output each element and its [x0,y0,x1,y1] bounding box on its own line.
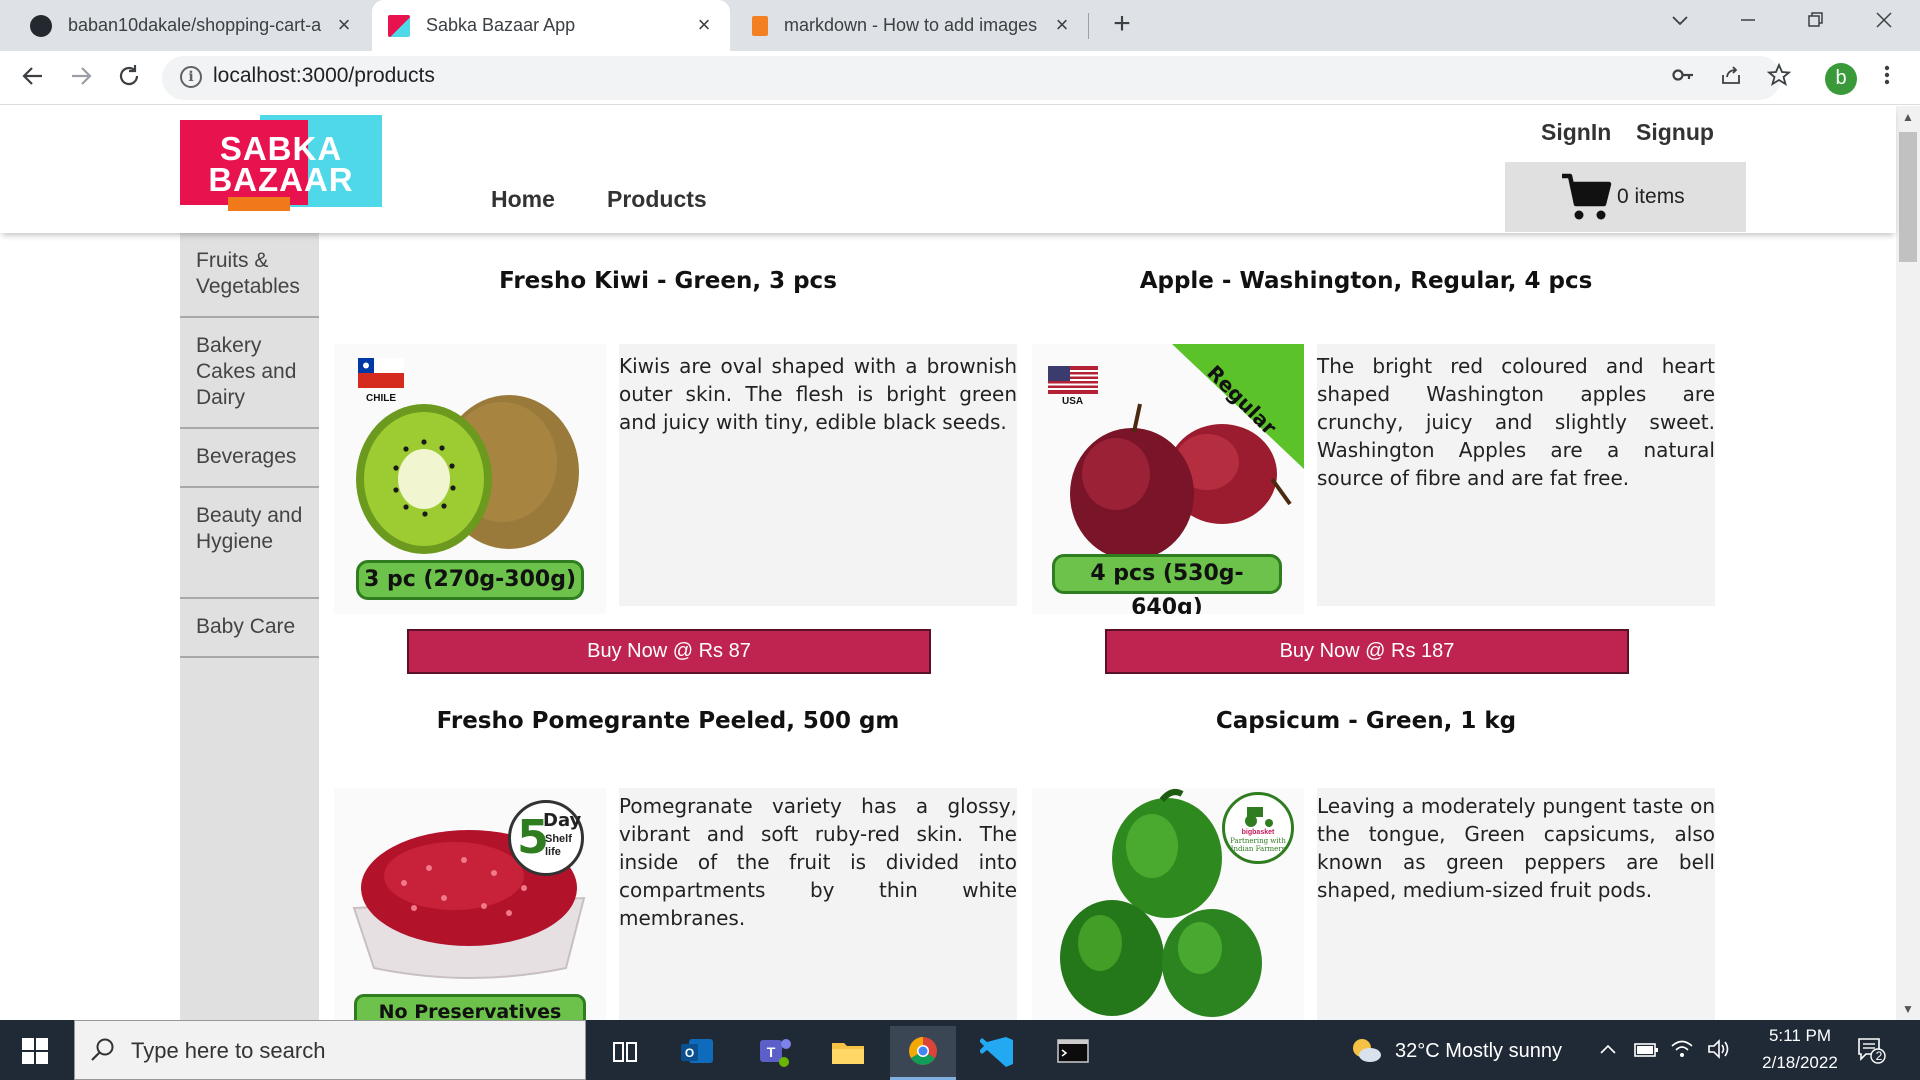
battery-icon[interactable] [1633,1040,1659,1060]
wifi-icon[interactable] [1670,1038,1694,1060]
usa-flag-icon [1048,366,1098,394]
chevron-up-icon[interactable] [1598,1040,1618,1060]
seal-text: Partnering with [1230,837,1286,845]
taskbar-date[interactable]: 2/18/2022 [1735,1053,1865,1073]
origin-label: USA [1062,396,1084,407]
product-image-pomegranate[interactable]: 5 Day Shelf life No Preservatives [334,788,606,1020]
tab-title: markdown - How to add images [784,15,1038,35]
product-image-capsicum[interactable]: bigbasket Partnering with Indian Farmers [1032,788,1304,1020]
tab-title: Sabka Bazaar App [426,15,576,35]
scrollbar-thumb[interactable] [1899,132,1917,262]
cart-icon [1562,173,1612,220]
file-explorer-icon[interactable] [815,1026,881,1080]
terminal-icon[interactable] [1040,1026,1106,1080]
product-title: Fresho Kiwi - Green, 3 pcs [499,268,837,294]
tractor-icon [1245,807,1273,827]
shelf-life-line: Shelf [545,833,572,845]
sabka-favicon-icon [388,14,410,37]
tab-title: baban10dakale/shopping-cart-a [68,15,322,35]
minimize-icon[interactable] [1730,8,1766,40]
sabka-bazaar-logo[interactable]: SABKA BAZAAR [180,115,382,211]
shelf-life-seal: 5 Day Shelf life [508,800,584,876]
product-description: The bright red coloured and heart shaped… [1317,354,1715,490]
buy-now-button[interactable]: Buy Now @ Rs 87 [407,629,931,674]
svg-text:T: T [767,1044,776,1060]
cart-button[interactable]: 0 items [1505,162,1746,232]
teams-icon[interactable]: T [740,1026,806,1080]
forward-arrow-icon[interactable] [66,63,96,93]
taskbar-time[interactable]: 5:11 PM [1735,1026,1865,1046]
tab-search-chevron-down-icon[interactable] [1662,8,1698,40]
seal-text: Indian Farmers [1230,845,1286,853]
shelf-life-line: Day [543,810,582,831]
product-image-apple[interactable]: Regular USA 4 pcs (530g-640g) [1032,344,1304,614]
taskbar-search-placeholder[interactable]: Type here to search [131,1038,325,1064]
sidebar-item-bakery-cakes-dairy[interactable]: Bakery Cakes and Dairy [180,333,319,429]
chile-flag-icon [358,358,404,388]
origin-label: CHILE [366,393,396,404]
tab-sabka-bazaar[interactable]: Sabka Bazaar App × [372,0,730,51]
task-view-icon[interactable] [592,1026,658,1080]
profile-avatar[interactable]: b [1825,63,1857,95]
sidebar-item-beverages[interactable]: Beverages [180,444,319,488]
stackoverflow-icon [752,15,768,36]
bookmark-star-icon[interactable] [1764,62,1794,93]
windows-start-icon[interactable] [22,1038,48,1064]
site-info-icon[interactable]: i [180,66,202,88]
restore-icon[interactable] [1798,8,1834,40]
close-icon[interactable]: × [692,13,716,37]
volume-icon[interactable] [1706,1038,1730,1060]
signin-link[interactable]: SignIn [1541,119,1611,146]
sidebar-item-fruits-vegetables[interactable]: Fruits & Vegetables [180,248,319,318]
chrome-icon[interactable] [890,1026,956,1080]
weather-partly-sunny-icon[interactable] [1350,1036,1382,1064]
seal-brand: bigbasket [1241,829,1275,836]
share-icon[interactable] [1716,63,1746,93]
logo-text: SABKA BAZAAR [208,130,354,198]
logo-orange-block [228,197,290,211]
reload-icon[interactable] [114,63,144,93]
sidebar-item-beauty-hygiene[interactable]: Beauty and Hygiene [180,503,319,599]
product-description: Leaving a moderately pungent taste on th… [1317,794,1715,902]
weight-badge: 3 pc (270g-300g) [356,560,584,600]
back-arrow-icon[interactable] [18,63,48,93]
shelf-life-line: life [545,846,561,858]
signup-link[interactable]: Signup [1636,119,1714,146]
nav-products-link[interactable]: Products [607,186,707,213]
tab-stackoverflow[interactable]: markdown - How to add images × [732,0,1088,51]
outlook-icon[interactable]: O [665,1026,731,1080]
vscode-icon[interactable] [965,1026,1031,1080]
scroll-up-arrow-icon[interactable]: ▲ [1900,110,1916,124]
cart-item-count: 0 items [1617,185,1685,208]
close-window-icon[interactable] [1866,8,1902,40]
address-url[interactable]: localhost:3000/products [213,64,435,88]
product-title: Apple - Washington, Regular, 4 pcs [1139,268,1593,294]
product-title: Fresho Pomegrante Peeled, 500 gm [436,708,900,734]
key-icon[interactable] [1668,63,1698,93]
product-title: Capsicum - Green, 1 kg [1215,708,1517,734]
product-description: Kiwis are oval shaped with a brownish ou… [619,354,1017,434]
weight-badge: 4 pcs (530g-640g) [1052,554,1282,614]
product-description: Pomegranate variety has a glossy, vibran… [619,794,1017,930]
tab-divider [1088,13,1089,39]
nav-home-link[interactable]: Home [491,186,555,213]
svg-text:O: O [685,1046,694,1060]
scroll-down-arrow-icon[interactable]: ▼ [1900,1002,1916,1016]
close-icon[interactable]: × [1050,13,1074,37]
new-tab-button[interactable]: + [1108,9,1136,39]
bigbasket-farmer-seal: bigbasket Partnering with Indian Farmers [1222,792,1294,864]
search-icon [91,1038,114,1061]
product-image-kiwi[interactable]: CHILE 3 pc (270g-300g) [334,344,606,614]
buy-now-button[interactable]: Buy Now @ Rs 187 [1105,629,1629,674]
sidebar-item-baby-care[interactable]: Baby Care [180,614,319,658]
no-preservatives-badge: No Preservatives [354,994,586,1020]
weather-text[interactable]: 32°C Mostly sunny [1395,1040,1562,1063]
close-icon[interactable]: × [332,13,356,37]
tab-github[interactable]: baban10dakale/shopping-cart-a × [0,0,370,51]
more-menu-icon[interactable] [1872,63,1902,93]
notification-count: 2 [1875,1049,1883,1063]
github-icon [30,14,52,37]
